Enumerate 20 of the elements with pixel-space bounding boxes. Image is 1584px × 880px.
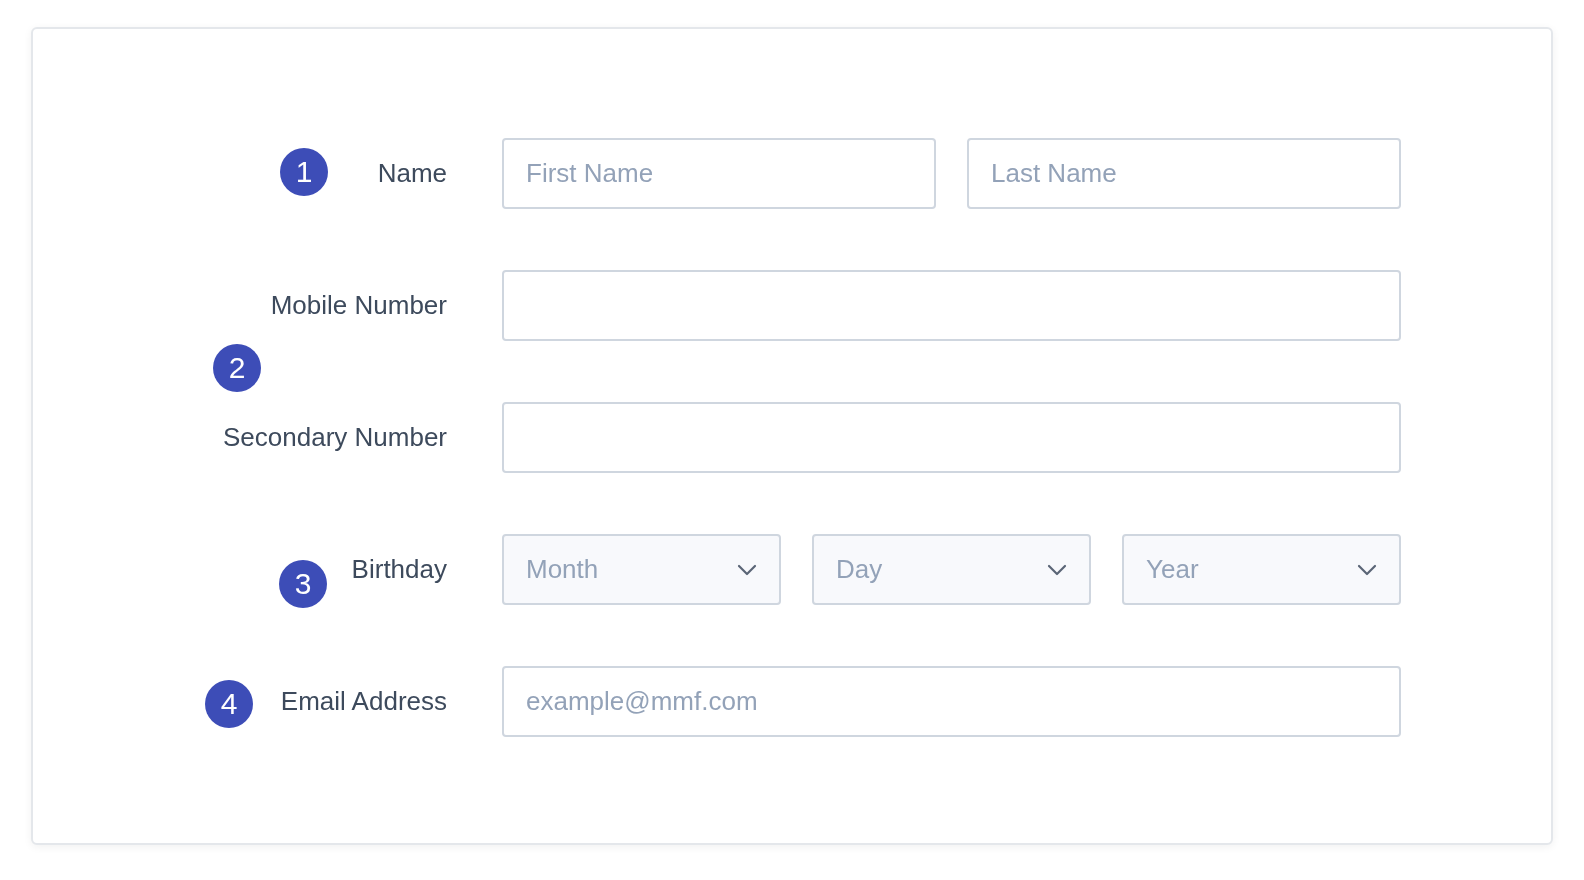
step-number: 1 <box>280 148 328 196</box>
input-field[interactable] <box>502 270 1401 341</box>
select-field[interactable]: Day <box>812 534 1091 605</box>
input-field[interactable]: example@mmf.com <box>502 666 1401 737</box>
chevron-down-icon <box>737 563 757 576</box>
field-label: Name <box>377 158 447 189</box>
input-field[interactable]: First Name <box>502 138 936 209</box>
step-number: 4 <box>205 680 253 728</box>
input-field[interactable] <box>502 402 1401 473</box>
chevron-down-icon <box>1047 563 1067 576</box>
field-label: Birthday <box>351 554 447 585</box>
select-field[interactable]: Year <box>1122 534 1401 605</box>
input-field[interactable]: Last Name <box>967 138 1401 209</box>
select-field[interactable]: Month <box>502 534 781 605</box>
field-label: Mobile Number <box>270 290 447 321</box>
field-label: Secondary Number <box>223 422 447 453</box>
chevron-down-icon <box>1357 563 1377 576</box>
field-label: Email Address <box>280 686 447 717</box>
step-number: 3 <box>279 560 327 608</box>
step-number: 2 <box>213 344 261 392</box>
